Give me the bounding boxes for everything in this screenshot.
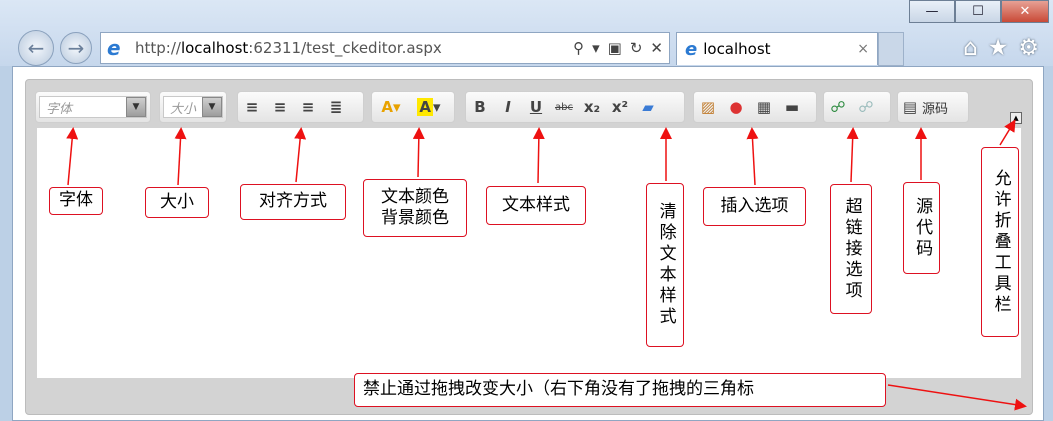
callout-link: 超链接选项: [830, 184, 872, 314]
unlink-icon[interactable]: ☍: [852, 95, 880, 119]
callout-font: 字体: [49, 187, 103, 215]
ie-logo-icon: e: [685, 38, 698, 60]
source-icon: ▤: [902, 98, 918, 116]
collapse-toolbar-button[interactable]: ▲: [1010, 112, 1022, 124]
size-group: 大小 ▼: [159, 91, 227, 123]
source-button[interactable]: 源码: [922, 98, 948, 117]
image-icon[interactable]: ▨: [694, 95, 722, 119]
callout-color-line2: 背景颜色: [381, 208, 449, 228]
bold-icon[interactable]: B: [466, 95, 494, 119]
callout-color: 文本颜色 背景颜色: [363, 179, 467, 237]
favorites-star-icon[interactable]: ★: [988, 35, 1009, 61]
font-combo-label: 字体: [46, 101, 73, 117]
eraser-icon[interactable]: ▰: [634, 95, 662, 119]
callout-clear: 清除文本样式: [646, 183, 684, 347]
gear-icon[interactable]: ⚙: [1018, 35, 1039, 61]
superscript-icon[interactable]: x²: [606, 95, 634, 119]
stop-icon[interactable]: ✕: [650, 39, 663, 57]
chevron-down-icon[interactable]: ▼: [202, 97, 222, 117]
back-button[interactable]: ←: [18, 30, 54, 66]
callout-align: 对齐方式: [240, 184, 346, 220]
callout-source: 源代码: [903, 182, 940, 274]
align-center-icon[interactable]: ≡: [266, 95, 294, 119]
window-controls: — ☐ ✕: [909, 0, 1049, 23]
maximize-button[interactable]: ☐: [955, 0, 1001, 23]
minimize-button[interactable]: —: [909, 0, 955, 23]
callout-size: 大小: [145, 187, 209, 218]
callout-insert: 插入选项: [703, 187, 806, 226]
editor-toolbar: 字体 ▼ 大小 ▼ ≡ ≡ ≡ ≣ A▾ A ▾ B I U abc x₂ x² …: [31, 86, 1025, 126]
horizontal-rule-icon[interactable]: ▬: [778, 95, 806, 119]
size-combo[interactable]: 大小 ▼: [163, 96, 223, 118]
close-window-button[interactable]: ✕: [1001, 0, 1049, 23]
forward-arrow-icon: →: [67, 36, 85, 60]
tab-title: localhost: [703, 40, 771, 58]
align-group: ≡ ≡ ≡ ≣: [237, 91, 364, 123]
browser-right-icons: ⌂ ★ ⚙: [963, 35, 1039, 61]
align-right-icon[interactable]: ≡: [294, 95, 322, 119]
underline-icon[interactable]: U: [522, 95, 550, 119]
background-color-icon[interactable]: A ▾: [410, 95, 448, 119]
color-group: A▾ A ▾: [371, 91, 455, 123]
refresh-icon[interactable]: ↻: [630, 39, 643, 57]
link-icon[interactable]: ☍: [824, 95, 852, 119]
text-color-icon[interactable]: A▾: [372, 95, 410, 119]
address-tools: ⚲ ▾ ▣ ↻ ✕: [573, 39, 669, 57]
callout-style: 文本样式: [486, 186, 586, 225]
close-tab-icon[interactable]: ×: [857, 41, 869, 57]
search-icon[interactable]: ⚲: [573, 39, 584, 57]
address-bar[interactable]: e http://localhost:62311/test_ckeditor.a…: [100, 32, 670, 64]
flash-icon[interactable]: ●: [722, 95, 750, 119]
align-justify-icon[interactable]: ≣: [322, 95, 350, 119]
home-icon[interactable]: ⌂: [963, 35, 978, 61]
strikethrough-icon[interactable]: abc: [550, 95, 578, 119]
subscript-icon[interactable]: x₂: [578, 95, 606, 119]
dropdown-icon[interactable]: ▾: [592, 39, 600, 57]
italic-icon[interactable]: I: [494, 95, 522, 119]
forward-button[interactable]: →: [60, 32, 92, 64]
link-group: ☍ ☍: [823, 91, 891, 123]
tab-localhost[interactable]: e localhost ×: [676, 32, 878, 65]
chevron-down-icon[interactable]: ▼: [126, 97, 146, 117]
size-combo-label: 大小: [170, 101, 197, 117]
new-tab-button[interactable]: [878, 32, 904, 66]
style-group: B I U abc x₂ x² ▰: [465, 91, 685, 123]
address-url: http://localhost:62311/test_ckeditor.asp…: [135, 39, 442, 57]
compat-view-icon[interactable]: ▣: [608, 39, 622, 57]
table-icon[interactable]: ▦: [750, 95, 778, 119]
callout-resize-note: 禁止通过拖拽改变大小（右下角没有了拖拽的三角标: [354, 373, 886, 407]
font-group: 字体 ▼: [35, 91, 151, 123]
callout-collapse: 允许折叠工具栏: [981, 147, 1019, 337]
font-combo[interactable]: 字体 ▼: [39, 96, 147, 118]
align-left-icon[interactable]: ≡: [238, 95, 266, 119]
insert-group: ▨ ● ▦ ▬: [693, 91, 817, 123]
callout-color-line1: 文本颜色: [381, 186, 449, 207]
back-arrow-icon: ←: [27, 36, 45, 60]
source-group: ▤ 源码: [897, 91, 969, 123]
editor-content-area[interactable]: [37, 128, 1021, 378]
ie-logo-icon: e: [107, 36, 121, 60]
